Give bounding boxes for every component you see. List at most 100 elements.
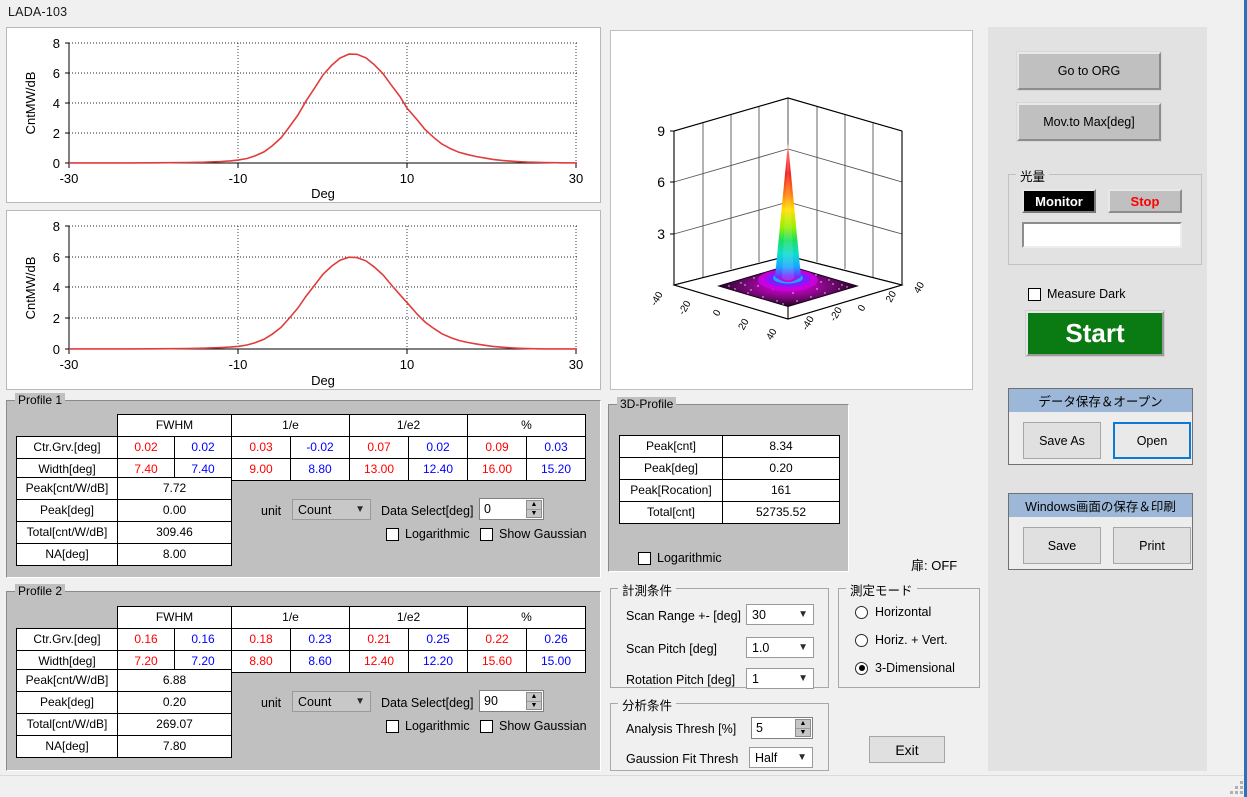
stepper-buttons[interactable]: ▲ ▼ (795, 719, 811, 737)
stepper-up-icon[interactable]: ▲ (527, 501, 541, 510)
chart2-ytick: 8 (53, 219, 60, 234)
radio-horiz-vert[interactable]: Horiz. + Vert. (855, 633, 948, 647)
row-label: Peak[cnt] (619, 435, 723, 458)
row-label: Peak[deg] (16, 499, 118, 522)
monitor-button[interactable]: Monitor (1022, 189, 1096, 213)
radio-dot-icon[interactable] (855, 661, 868, 675)
cell-value: 6.88 (117, 669, 232, 692)
profile2-group: Profile 2 FWHM 1/e 1/e2 % Ctr.Grv.[deg] … (6, 584, 601, 771)
checkbox-box[interactable] (386, 527, 399, 541)
gauss-fit-thresh-select[interactable]: Half ▼ (749, 747, 813, 768)
radio-dot-icon[interactable] (855, 605, 868, 619)
chart2-xaxis-label: Deg (311, 373, 335, 388)
checkbox-box[interactable] (638, 551, 651, 565)
profile2-logarithmic-checkbox[interactable]: Logarithmic (386, 719, 470, 733)
checkbox-box[interactable] (480, 719, 493, 733)
open-button[interactable]: Open (1113, 422, 1191, 459)
cell-value: 12.40 (408, 458, 468, 481)
rotation-pitch-select[interactable]: 1 ▼ (746, 668, 814, 689)
cell-value: 52735.52 (722, 501, 840, 524)
profile3d-logarithmic-checkbox[interactable]: Logarithmic (638, 551, 722, 565)
chart2-xtick: -10 (229, 357, 248, 372)
column-header: 1/e2 (349, 606, 468, 629)
scan-range-select[interactable]: 30 ▼ (746, 604, 814, 625)
radio-3-dimensional[interactable]: 3-Dimensional (855, 661, 955, 675)
chart1-ytick: 0 (53, 156, 60, 171)
chart1-ytick: 2 (53, 126, 60, 141)
row-label: Total[cnt/W/dB] (16, 713, 118, 736)
profile1-data-select-value: 0 (484, 502, 491, 516)
profile2-data-select-stepper[interactable]: 90 ▲ ▼ (479, 690, 544, 712)
application-window: LADA-103 0 2 4 6 8 -30 -10 10 30 Deg Cnt… (0, 0, 1247, 797)
profile1-scalar-table: Peak[cnt/W/dB] 7.72 Peak[deg] 0.00 Total… (16, 477, 232, 566)
cell-value: 269.07 (117, 713, 232, 736)
table-row: Total[cnt/W/dB] 269.07 (16, 713, 232, 736)
scan-pitch-select[interactable]: 1.0 ▼ (746, 637, 814, 658)
go-to-org-button[interactable]: Go to ORG (1016, 51, 1162, 91)
print-button[interactable]: Print (1113, 527, 1191, 564)
cell-value: 8.80 (290, 458, 350, 481)
profile2-show-gaussian-label: Show Gaussian (499, 719, 587, 733)
data-save-open-panel-title: データ保存＆オープン (1009, 389, 1192, 412)
measure-mode-group: 測定モード Horizontal Horiz. + Vert. 3-Dimens… (838, 580, 980, 688)
cell-value: -0.02 (290, 436, 350, 459)
stepper-buttons[interactable]: ▲ ▼ (526, 500, 542, 518)
profile1-logarithmic-checkbox[interactable]: Logarithmic (386, 527, 470, 541)
cell-value: 13.00 (349, 458, 409, 481)
resize-grip[interactable] (1230, 781, 1244, 795)
row-label: Peak[cnt/W/dB] (16, 669, 118, 692)
profile1-data-select-label: Data Select[deg] (381, 504, 474, 518)
cell-value: 16.00 (467, 458, 527, 481)
checkbox-box[interactable] (480, 527, 493, 541)
chart1-yaxis-label: CntMW/dB (23, 72, 38, 135)
mov-to-max-button[interactable]: Mov.to Max[deg] (1016, 102, 1162, 142)
exit-button[interactable]: Exit (869, 736, 945, 763)
profile1-data-select-stepper[interactable]: 0 ▲ ▼ (479, 498, 544, 520)
stepper-down-icon[interactable]: ▼ (527, 702, 541, 710)
checkbox-box[interactable] (386, 719, 399, 733)
profile2-data-select-value: 90 (484, 694, 498, 708)
light-value-input[interactable] (1022, 222, 1182, 248)
table-row: Ctr.Grv.[deg] 0.16 0.16 0.18 0.23 0.21 0… (16, 628, 586, 651)
page-title: LADA-103 (8, 5, 68, 19)
analysis-thresh-stepper[interactable]: 5 ▲ ▼ (751, 717, 813, 739)
gauss-fit-thresh-label: Gaussion Fit Thresh (626, 752, 739, 766)
column-header: % (467, 606, 586, 629)
stepper-down-icon[interactable]: ▼ (796, 729, 810, 737)
start-button[interactable]: Start (1025, 310, 1165, 357)
chart2-ytick: 0 (53, 342, 60, 357)
table-row: Peak[cnt/W/dB] 7.72 (16, 477, 232, 500)
cell-value: 0.02 (408, 436, 468, 459)
row-label: NA[deg] (16, 543, 118, 566)
row-label: Total[cnt/W/dB] (16, 521, 118, 544)
measure-dark-checkbox[interactable]: Measure Dark (1028, 287, 1126, 301)
stop-button[interactable]: Stop (1108, 189, 1182, 213)
cell-value: 309.46 (117, 521, 232, 544)
radio-dot-icon[interactable] (855, 633, 868, 647)
profile2-chart-panel: 0 2 4 6 8 -30 -10 10 30 Deg CntMW/dB (6, 210, 601, 390)
stepper-buttons[interactable]: ▲ ▼ (526, 692, 542, 710)
save-button[interactable]: Save (1023, 527, 1101, 564)
cell-value: 15.00 (526, 650, 586, 673)
checkbox-box[interactable] (1028, 287, 1041, 301)
profile1-chart-panel: 0 2 4 6 8 -30 -10 10 30 Deg CntMW/dB (6, 27, 601, 203)
profile1-show-gaussian-label: Show Gaussian (499, 527, 587, 541)
stepper-up-icon[interactable]: ▲ (527, 693, 541, 702)
radio-horizontal-label: Horizontal (875, 605, 932, 619)
cell-value: 15.60 (467, 650, 527, 673)
chart2-ytick: 2 (53, 311, 60, 326)
profile1-unit-label: unit (261, 504, 282, 518)
radio-horizontal[interactable]: Horizontal (855, 605, 931, 619)
profile2-unit-value: Count (298, 694, 332, 709)
light-quantity-title: 光量 (1016, 166, 1050, 185)
save-as-button[interactable]: Save As (1023, 422, 1101, 459)
profile1-show-gaussian-checkbox[interactable]: Show Gaussian (480, 527, 587, 541)
profile1-unit-select[interactable]: Count ▼ (292, 499, 371, 520)
stepper-up-icon[interactable]: ▲ (796, 720, 810, 729)
stepper-down-icon[interactable]: ▼ (527, 510, 541, 518)
profile2-show-gaussian-checkbox[interactable]: Show Gaussian (480, 719, 587, 733)
cell-value: 0.20 (722, 457, 840, 480)
spacer-cell (16, 414, 118, 437)
profile2-unit-select[interactable]: Count ▼ (292, 691, 371, 712)
table-row: Peak[Rocation] 161 (619, 479, 840, 502)
